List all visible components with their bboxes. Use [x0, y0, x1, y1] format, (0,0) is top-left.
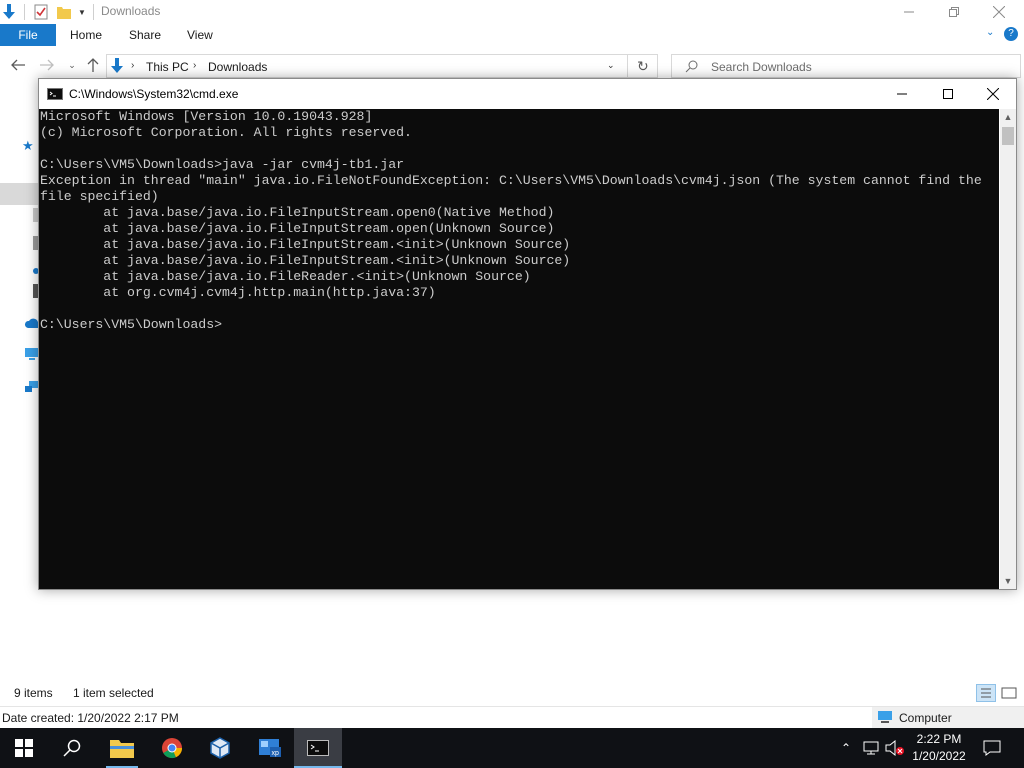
back-arrow-icon[interactable] [10, 57, 26, 73]
console-line: file specified) [40, 189, 159, 204]
taskbar-xp-mode[interactable]: xp [246, 728, 294, 768]
console-output[interactable]: Microsoft Windows [Version 10.0.19043.92… [39, 109, 999, 589]
restore-button[interactable] [931, 0, 977, 24]
scroll-thumb[interactable] [1002, 127, 1014, 145]
taskbar-cmd[interactable] [294, 728, 342, 768]
address-bar[interactable]: › This PC › Downloads ⌄ ↻ [106, 54, 658, 78]
address-history-icon[interactable]: ⌄ [607, 60, 615, 71]
details-view-button[interactable] [976, 684, 996, 702]
taskbar-file-explorer[interactable] [98, 728, 146, 768]
tab-file[interactable]: File [0, 24, 56, 46]
action-center-icon[interactable] [981, 738, 1003, 758]
refresh-icon[interactable]: ↻ [637, 58, 649, 75]
console-text: Microsoft Windows [Version 10.0.19043.92… [39, 109, 999, 333]
tab-view[interactable]: View [187, 28, 213, 42]
taskbar-virtualbox[interactable] [196, 728, 244, 768]
start-icon [15, 739, 33, 757]
cmd-app-icon [47, 88, 63, 103]
breadcrumb-this-pc[interactable]: This PC [146, 60, 189, 74]
close-button[interactable] [976, 0, 1022, 24]
selected-sidebar-item[interactable] [0, 183, 38, 205]
address-row: ⌄ › This PC › Downloads ⌄ ↻ Search Downl… [0, 50, 1024, 80]
cmd-minimize-button[interactable] [879, 79, 925, 109]
quick-access-star-icon[interactable]: ★ [22, 138, 38, 153]
help-icon[interactable]: ? [1004, 27, 1018, 41]
console-line: at java.base/java.io.FileReader.<init>(U… [40, 269, 531, 284]
file-explorer-icon [110, 740, 134, 758]
date-created: Date created: 1/20/2022 2:17 PM [2, 711, 179, 725]
breadcrumb-downloads[interactable]: Downloads [208, 60, 267, 74]
minimize-button[interactable] [886, 0, 932, 24]
console-line: at java.base/java.io.FileInputStream.ope… [40, 205, 555, 220]
console-line: Exception in thread "main" java.io.FileN… [40, 173, 982, 188]
svg-text:xp: xp [272, 750, 280, 757]
selection-count: 1 item selected [73, 686, 154, 700]
search-icon [63, 739, 81, 757]
console-line: Microsoft Windows [Version 10.0.19043.92… [40, 109, 373, 124]
taskbar: xp ⌃ 2:22 PM 1/20/2022 [0, 728, 1024, 768]
tab-home[interactable]: Home [70, 28, 102, 42]
volume-muted-icon[interactable] [884, 738, 906, 758]
location-label: Computer [899, 711, 952, 725]
recent-locations-icon[interactable]: ⌄ [64, 57, 80, 73]
forward-arrow-icon[interactable] [39, 57, 55, 73]
cmd-close-button[interactable] [970, 79, 1016, 109]
console-line: at java.base/java.io.FileInputStream.<in… [40, 237, 571, 252]
search-input[interactable]: Search Downloads [711, 60, 812, 74]
cmd-icon [307, 740, 329, 756]
breadcrumb-separator-icon: › [193, 60, 197, 71]
console-line: (c) Microsoft Corporation. All rights re… [40, 125, 412, 140]
expand-ribbon-icon[interactable]: ⌄ [986, 27, 994, 38]
location-zone: Computer [872, 707, 1024, 729]
xp-mode-icon: xp [259, 739, 281, 757]
window-title: Downloads [101, 4, 161, 18]
scroll-up-arrow-icon[interactable]: ▲ [1000, 109, 1016, 125]
clock[interactable]: 2:22 PM 1/20/2022 [906, 731, 972, 765]
chrome-icon [162, 738, 183, 759]
toolbar-divider [24, 4, 25, 20]
item-count: 9 items [14, 686, 53, 700]
breadcrumb-separator-icon: › [131, 60, 135, 71]
console-line: at java.base/java.io.FileInputStream.<in… [40, 253, 571, 268]
toolbar-divider [93, 4, 94, 20]
cmd-window[interactable]: C:\Windows\System32\cmd.exe Microsoft Wi… [38, 78, 1017, 590]
console-line: at org.cvm4j.cvm4j.http.main(http.java:3… [40, 285, 436, 300]
computer-icon [877, 710, 893, 727]
download-arrow-icon [0, 2, 18, 22]
explorer-title-bar: ▼ Downloads [0, 0, 1024, 24]
up-arrow-icon[interactable] [85, 57, 101, 73]
virtualbox-icon [210, 737, 230, 759]
large-icons-view-button[interactable] [1001, 686, 1017, 703]
cmd-title: C:\Windows\System32\cmd.exe [69, 87, 239, 101]
tab-share[interactable]: Share [129, 28, 161, 42]
new-folder-icon[interactable] [56, 2, 72, 22]
console-scrollbar[interactable]: ▲ ▼ [1000, 109, 1016, 589]
search-icon [685, 60, 698, 76]
address-divider [627, 55, 628, 77]
cmd-maximize-button[interactable] [925, 79, 971, 109]
network-status-icon[interactable] [861, 738, 881, 758]
console-line: C:\Users\VM5\Downloads> [40, 317, 223, 332]
console-line: C:\Users\VM5\Downloads>java -jar cvm4j-t… [40, 157, 405, 172]
clock-date: 1/20/2022 [912, 749, 966, 763]
console-line: at java.base/java.io.FileInputStream.ope… [40, 221, 555, 236]
start-button[interactable] [0, 728, 48, 768]
taskbar-chrome[interactable] [148, 728, 196, 768]
properties-icon[interactable] [33, 2, 49, 22]
customize-toolbar-icon[interactable]: ▼ [76, 2, 88, 22]
clock-time: 2:22 PM [916, 732, 962, 746]
downloads-folder-icon [110, 58, 124, 77]
show-hidden-icons-icon[interactable]: ⌃ [838, 738, 854, 758]
taskbar-search-button[interactable] [48, 728, 96, 768]
scroll-down-arrow-icon[interactable]: ▼ [1000, 573, 1016, 589]
search-box[interactable]: Search Downloads [671, 54, 1021, 78]
details-bar: Date created: 1/20/2022 2:17 PM Computer [0, 706, 1024, 729]
ribbon: File Home Share View ⌄ ? [0, 24, 1024, 46]
cmd-title-bar[interactable]: C:\Windows\System32\cmd.exe [39, 79, 1016, 109]
